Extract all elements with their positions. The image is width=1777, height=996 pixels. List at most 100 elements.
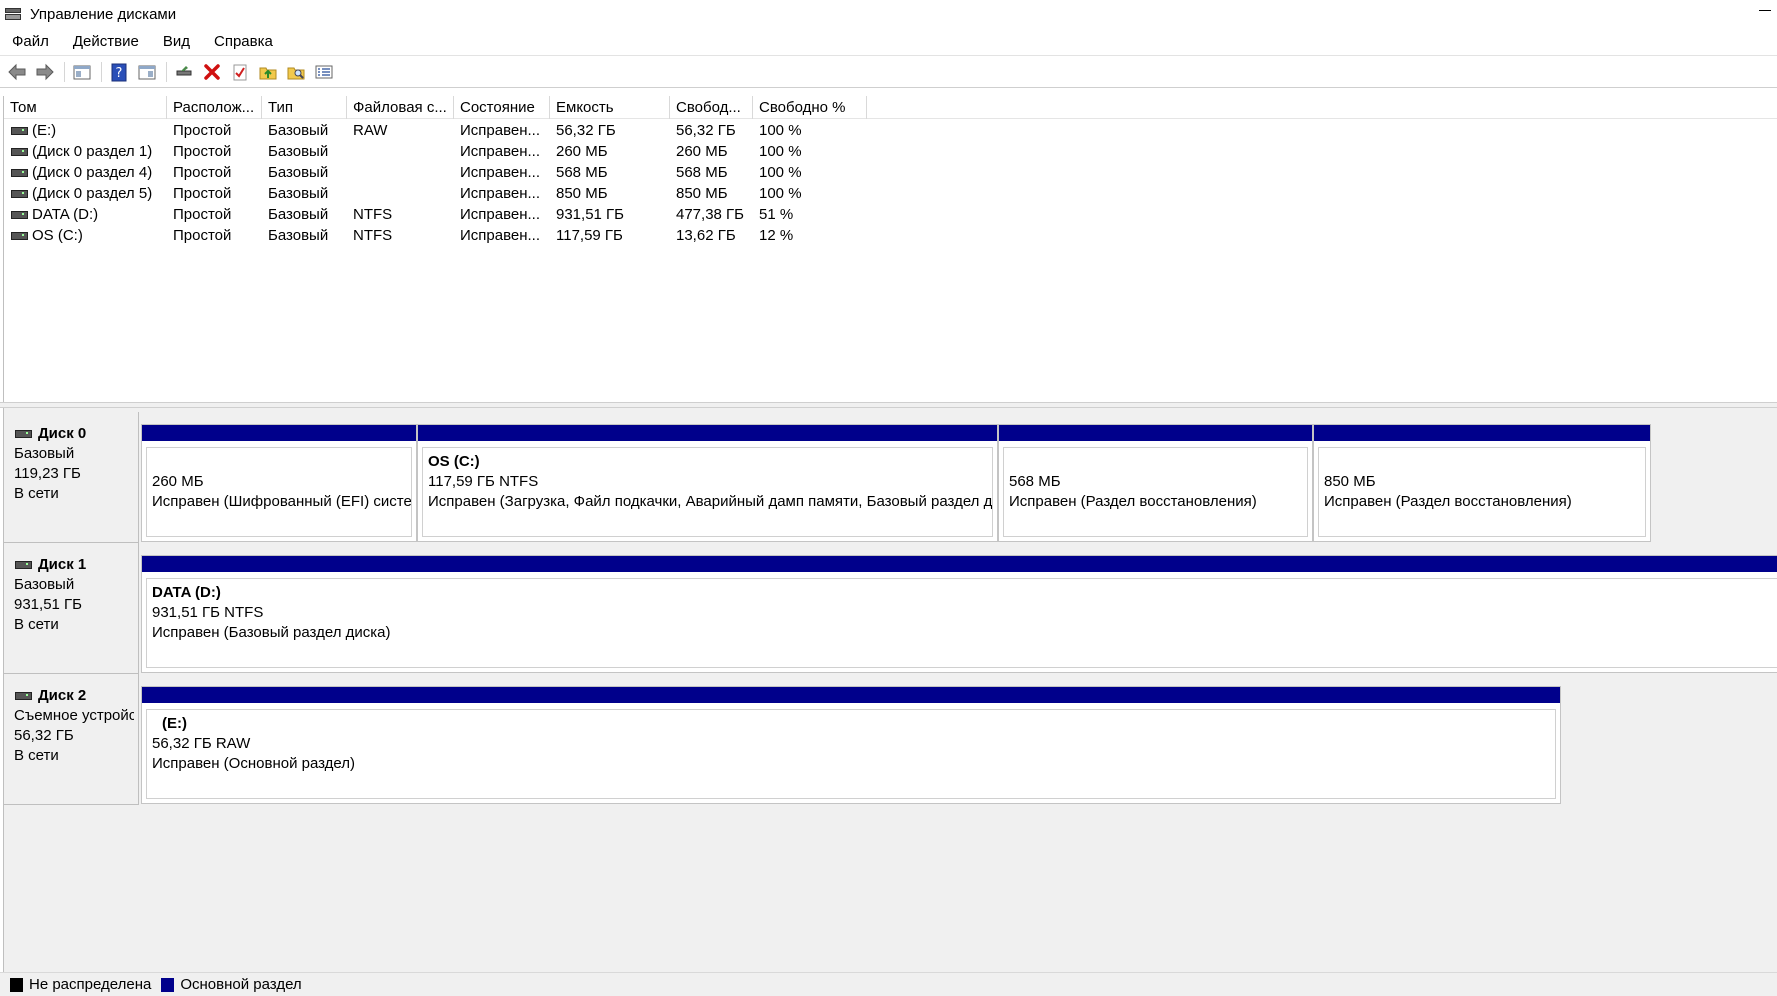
volume-layout: Простой — [173, 185, 232, 202]
partition[interactable]: OS (C:) 117,59 ГБ NTFS Исправен (Загрузк… — [417, 424, 998, 542]
volume-layout: Простой — [173, 122, 232, 139]
partition-status: Исправен (Шифрованный (EFI) систем — [152, 493, 412, 510]
partition-size: 568 МБ — [1009, 473, 1061, 490]
drive-icon — [11, 189, 28, 198]
list-view-icon[interactable] — [313, 61, 335, 83]
table-row[interactable]: DATA (D:) Простой Базовый NTFS Исправен.… — [4, 204, 1777, 225]
volume-status: Исправен... — [460, 143, 541, 160]
volume-type: Базовый — [268, 122, 329, 139]
volume-free: 260 МБ — [676, 143, 728, 160]
partition[interactable]: DATA (D:) 931,51 ГБ NTFS Исправен (Базов… — [141, 555, 1777, 673]
table-row[interactable]: (E:) Простой Базовый RAW Исправен... 56,… — [4, 120, 1777, 141]
disk-status: В сети — [14, 747, 59, 764]
disk-type: Базовый — [14, 576, 75, 593]
column-header-status[interactable]: Состояние — [454, 96, 550, 119]
delete-icon[interactable] — [201, 61, 223, 83]
column-header-free[interactable]: Свобод... — [670, 96, 753, 119]
volume-status: Исправен... — [460, 122, 541, 139]
volume-name: OS (C:) — [32, 227, 83, 244]
volume-layout: Простой — [173, 164, 232, 181]
disk-label[interactable]: Диск 1 Базовый 931,51 ГБ В сети — [4, 543, 139, 674]
forward-icon[interactable] — [34, 61, 56, 83]
volume-capacity: 850 МБ — [556, 185, 608, 202]
volume-layout: Простой — [173, 206, 232, 223]
drive-icon — [15, 692, 32, 700]
partition[interactable]: 850 МБ Исправен (Раздел восстановления) — [1313, 424, 1651, 542]
partition[interactable]: 568 МБ Исправен (Раздел восстановления) — [998, 424, 1313, 542]
volume-free-percent: 51 % — [759, 206, 794, 223]
volume-list: Том Располож... Тип Файловая с... Состоя… — [3, 96, 1777, 402]
search-folder-icon[interactable] — [285, 61, 307, 83]
partition-status: Исправен (Раздел восстановления) — [1324, 493, 1572, 510]
volume-capacity: 56,32 ГБ — [556, 122, 616, 139]
volume-free-percent: 100 % — [759, 185, 802, 202]
partition-name — [1009, 452, 1307, 472]
partition-bar — [999, 425, 1312, 442]
volume-free: 56,32 ГБ — [676, 122, 736, 139]
table-row[interactable]: (Диск 0 раздел 5) Простой Базовый Исправ… — [4, 183, 1777, 204]
disk-management-icon — [4, 6, 22, 22]
disk-size: 931,51 ГБ — [14, 596, 83, 613]
disk-row: Диск 1 Базовый 931,51 ГБ В сети DATA (D:… — [4, 543, 1777, 674]
check-icon[interactable] — [229, 61, 251, 83]
column-header-volume[interactable]: Том — [4, 96, 167, 119]
menu-view[interactable]: Вид — [151, 28, 202, 56]
column-header-type[interactable]: Тип — [262, 96, 347, 119]
volume-status: Исправен... — [460, 227, 541, 244]
partition-size: 117,59 ГБ NTFS — [428, 473, 539, 490]
menu-file[interactable]: Файл — [0, 28, 61, 56]
help-icon[interactable]: ? — [108, 61, 130, 83]
column-header-filesystem[interactable]: Файловая с... — [347, 96, 454, 119]
partition-name — [1324, 452, 1645, 472]
column-header-free-percent[interactable]: Свободно % — [753, 96, 867, 119]
up-folder-icon[interactable] — [257, 61, 279, 83]
toolbar: ? — [0, 57, 1777, 88]
partition-bar — [142, 556, 1777, 573]
column-header-layout[interactable]: Располож... — [167, 96, 262, 119]
column-header-capacity[interactable]: Емкость — [550, 96, 670, 119]
volume-name: (Диск 0 раздел 1) — [32, 143, 153, 160]
volume-capacity: 931,51 ГБ — [556, 206, 625, 223]
properties-view-icon[interactable] — [136, 61, 158, 83]
connect-icon[interactable] — [173, 61, 195, 83]
volume-filesystem: NTFS — [353, 227, 393, 244]
partition[interactable]: (E:) 56,32 ГБ RAW Исправен (Основной раз… — [141, 686, 1561, 804]
svg-text:?: ? — [116, 66, 123, 81]
minimize-icon[interactable] — [1759, 4, 1773, 18]
toolbar-separator — [166, 62, 167, 82]
console-tree-icon[interactable] — [71, 61, 93, 83]
partition-size: 260 МБ — [152, 473, 204, 490]
volume-type: Базовый — [268, 143, 329, 160]
volume-free: 850 МБ — [676, 185, 728, 202]
volume-status: Исправен... — [460, 185, 541, 202]
partition-size: 931,51 ГБ NTFS — [152, 604, 264, 621]
drive-icon — [15, 430, 32, 438]
drive-icon — [15, 561, 32, 569]
volume-name: (Диск 0 раздел 4) — [32, 164, 153, 181]
drive-icon — [11, 168, 28, 177]
partition-status: Исправен (Раздел восстановления) — [1009, 493, 1257, 510]
partition-bar — [1314, 425, 1650, 442]
disk-label[interactable]: Диск 2 Съемное устройство 56,32 ГБ В сет… — [4, 674, 139, 805]
table-row[interactable]: (Диск 0 раздел 1) Простой Базовый Исправ… — [4, 141, 1777, 162]
volume-filesystem: RAW — [353, 122, 388, 139]
disk-row: Диск 2 Съемное устройство 56,32 ГБ В сет… — [4, 674, 1564, 805]
disk-map: Диск 0 Базовый 119,23 ГБ В сети 260 МБ И… — [3, 408, 1777, 972]
volume-capacity: 568 МБ — [556, 164, 608, 181]
partition[interactable]: 260 МБ Исправен (Шифрованный (EFI) систе… — [141, 424, 417, 542]
table-row[interactable]: OS (C:) Простой Базовый NTFS Исправен...… — [4, 225, 1777, 246]
volume-name: (Диск 0 раздел 5) — [32, 185, 153, 202]
toolbar-separator — [101, 62, 102, 82]
volume-status: Исправен... — [460, 164, 541, 181]
disk-label[interactable]: Диск 0 Базовый 119,23 ГБ В сети — [4, 412, 139, 543]
drive-icon — [11, 126, 28, 135]
menu-action[interactable]: Действие — [61, 28, 151, 56]
back-icon[interactable] — [6, 61, 28, 83]
table-row[interactable]: (Диск 0 раздел 4) Простой Базовый Исправ… — [4, 162, 1777, 183]
volume-name: DATA (D:) — [32, 206, 99, 223]
volume-capacity: 117,59 ГБ — [556, 227, 623, 244]
legend-label-unallocated: Не распределена — [29, 976, 152, 993]
menu-help[interactable]: Справка — [202, 28, 285, 56]
volume-free: 13,62 ГБ — [676, 227, 736, 244]
partition-name — [152, 452, 411, 472]
